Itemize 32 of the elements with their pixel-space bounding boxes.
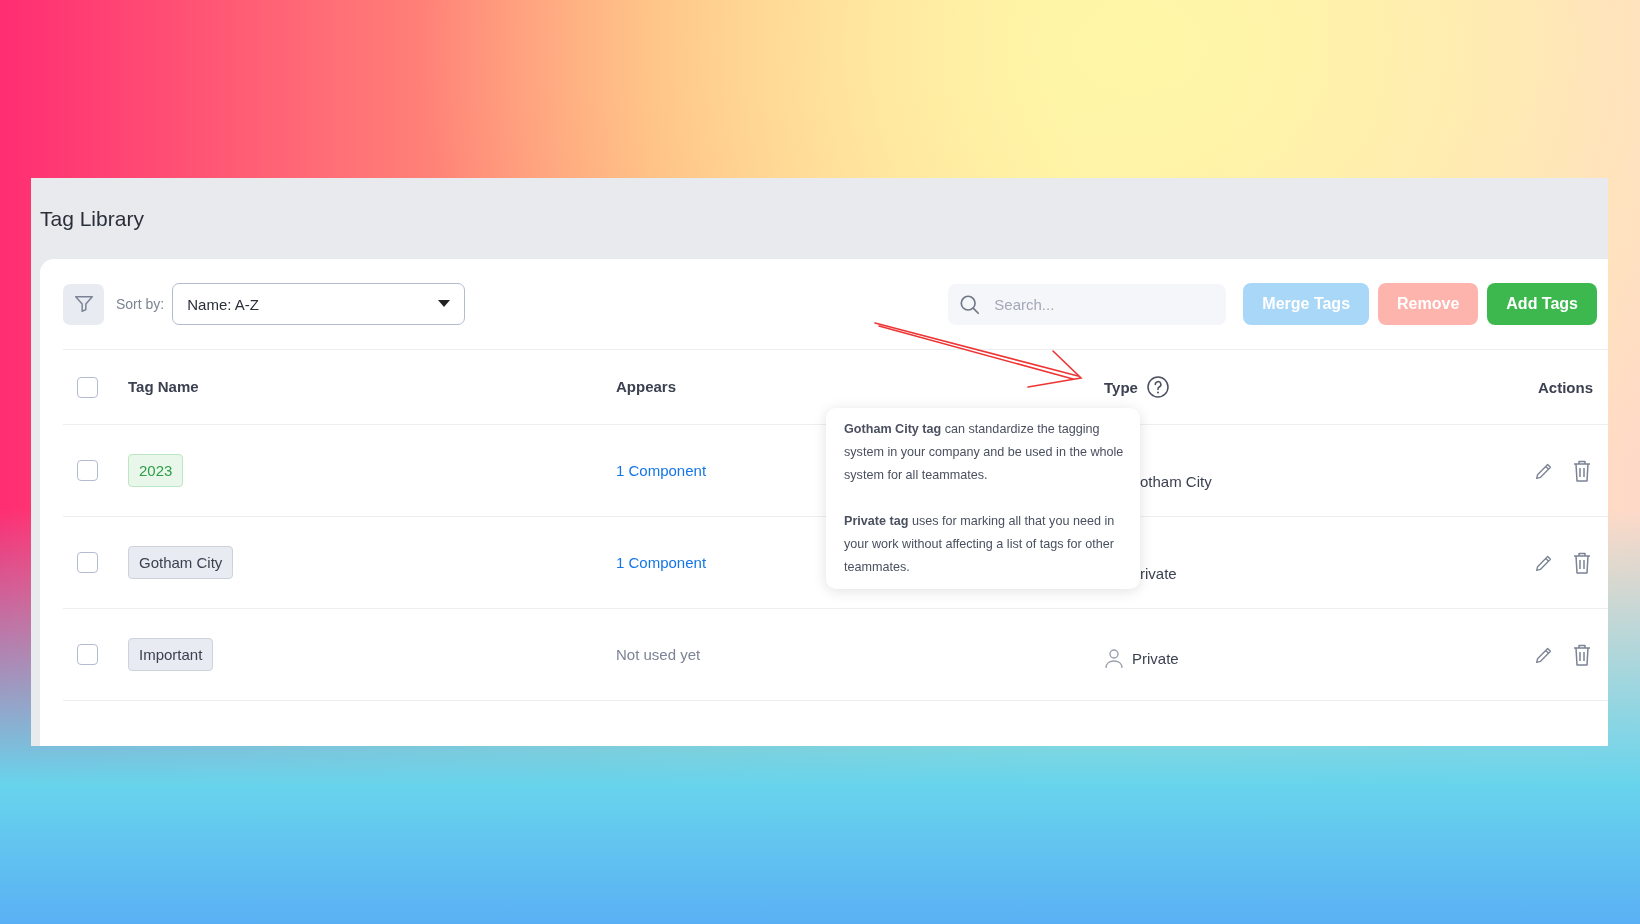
delete-icon[interactable] (1571, 642, 1593, 667)
column-header: Type (1104, 378, 1138, 396)
add-button[interactable]: Add Tags (1487, 283, 1597, 325)
tag-chip[interactable]: Important (128, 638, 214, 671)
tooltip-text: Gotham City tag can standardize the tagging system in your company and be used in the whole system for all teammates. (844, 421, 1125, 484)
tag-type: otham City (1140, 472, 1212, 490)
search-icon (959, 293, 982, 316)
caret-icon (438, 300, 451, 308)
sort-label: Sort by: (116, 296, 165, 312)
delete-icon[interactable] (1571, 550, 1593, 575)
select-all-checkbox[interactable] (77, 376, 98, 398)
help-icon[interactable] (1145, 375, 1170, 399)
filter-button[interactable] (63, 283, 104, 325)
sort-dropdown[interactable]: Name: A-Z (172, 283, 466, 325)
tooltip-text: Private tag uses for marking all that you need in your work without affecting a list of tags for other teammates. (844, 513, 1116, 576)
tag-type: rivate (1140, 564, 1177, 582)
tag-chip[interactable]: 2023 (128, 454, 184, 487)
column-header: Appears (616, 378, 677, 395)
appears-text: Not used yet (616, 645, 701, 663)
delete-icon[interactable] (1571, 458, 1593, 483)
row-checkbox[interactable] (77, 460, 98, 481)
page-title: Tag Library (40, 206, 144, 231)
column-header: Tag Name (128, 378, 199, 395)
search-field[interactable]: Search... (948, 283, 1227, 325)
row-checkbox[interactable] (77, 552, 98, 573)
appears-link[interactable]: 1 Component (616, 553, 707, 571)
column-header: Actions (1538, 378, 1593, 396)
tag-chip[interactable]: Gotham City (128, 546, 234, 579)
appears-link[interactable]: 1 Component (616, 461, 707, 479)
filter-icon (72, 293, 95, 315)
row-checkbox[interactable] (77, 644, 98, 665)
tag-type: Private (1132, 650, 1179, 667)
